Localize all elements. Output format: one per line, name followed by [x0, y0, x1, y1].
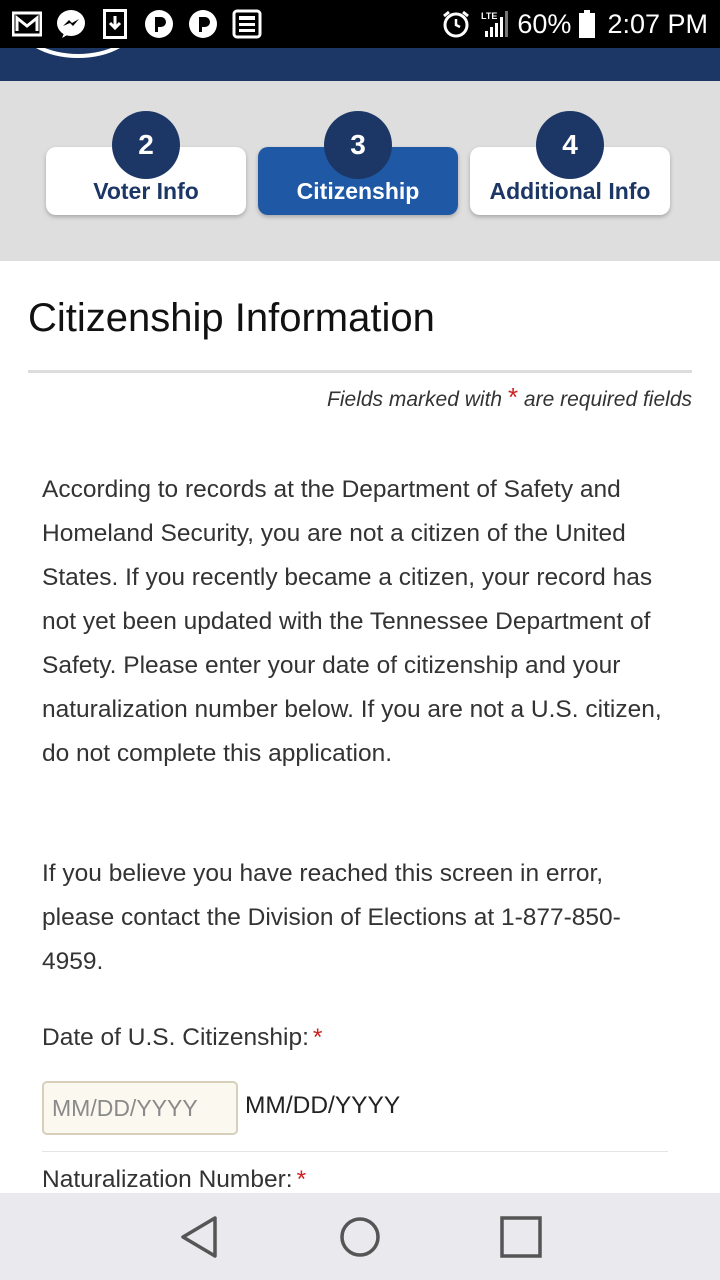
- date-label-text: Date of U.S. Citizenship:: [42, 1024, 309, 1051]
- download-icon: [100, 9, 130, 39]
- home-button[interactable]: [330, 1207, 390, 1267]
- state-seal-logo: [18, 48, 138, 58]
- news-icon: [232, 9, 262, 39]
- divider: [28, 370, 692, 373]
- step-voter-info[interactable]: 2 Voter Info: [46, 111, 246, 215]
- naturalization-label-text: Naturalization Number:: [42, 1166, 293, 1193]
- system-nav-bar: [0, 1193, 720, 1280]
- recents-icon: [500, 1215, 543, 1258]
- step-number: 2: [112, 111, 180, 179]
- notification-icons: [12, 9, 262, 39]
- battery-icon: [579, 10, 596, 38]
- required-note-suffix: are required fields: [523, 388, 692, 411]
- battery-percent: 60%: [517, 8, 572, 39]
- naturalization-number-label: Naturalization Number: *: [42, 1166, 306, 1194]
- required-star: *: [296, 1166, 307, 1193]
- svg-text:LTE: LTE: [481, 11, 497, 21]
- status-bar: LTE 60% 2:07 PM: [0, 0, 720, 48]
- citizenship-notice: According to records at the Department o…: [42, 476, 662, 767]
- back-icon: [180, 1215, 217, 1258]
- gmail-icon: [12, 9, 42, 39]
- back-button[interactable]: [169, 1207, 229, 1267]
- clock: 2:07 PM: [607, 8, 708, 39]
- required-note-prefix: Fields marked with: [327, 388, 503, 411]
- required-fields-note: Fields marked with * are required fields: [327, 382, 692, 413]
- step-label: Additional Info: [489, 178, 651, 204]
- step-number: 4: [536, 111, 604, 179]
- recents-button[interactable]: [491, 1207, 551, 1267]
- date-of-citizenship-label: Date of U.S. Citizenship: *: [42, 1024, 322, 1052]
- divider: [42, 1151, 668, 1152]
- app-header: [0, 48, 720, 81]
- messenger-icon: [56, 9, 86, 39]
- page-title: Citizenship Information: [28, 296, 435, 340]
- pandora-icon: [144, 9, 174, 39]
- pandora-icon: [188, 9, 218, 39]
- date-format-hint: MM/DD/YYYY: [245, 1092, 401, 1119]
- home-icon: [340, 1216, 380, 1257]
- signal-icon: LTE: [479, 9, 509, 39]
- step-progress: 2 Voter Info 3 Citizenship 4 Additional …: [0, 81, 720, 261]
- contact-notice: If you believe you have reached this scr…: [42, 860, 621, 975]
- system-status: LTE 60% 2:07 PM: [441, 9, 708, 40]
- alarm-icon: [441, 9, 471, 39]
- required-star: *: [312, 1024, 323, 1051]
- step-label: Voter Info: [93, 178, 199, 204]
- step-number: 3: [324, 111, 392, 179]
- date-of-citizenship-input[interactable]: [42, 1081, 238, 1135]
- required-star: *: [507, 382, 519, 412]
- step-citizenship[interactable]: 3 Citizenship: [258, 111, 458, 215]
- step-label: Citizenship: [296, 178, 420, 204]
- step-additional-info[interactable]: 4 Additional Info: [470, 111, 670, 215]
